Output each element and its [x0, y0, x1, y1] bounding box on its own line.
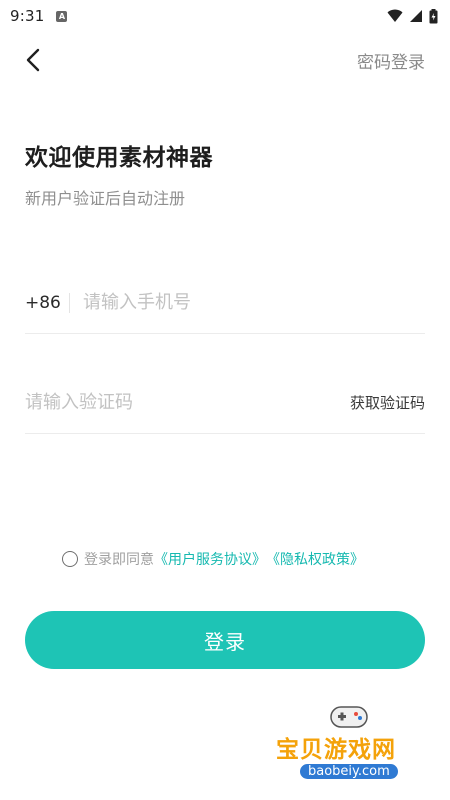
privacy-policy-link[interactable]: 《隐私权政策》 [266, 549, 364, 569]
signal-icon [410, 10, 422, 22]
agreement-checkbox[interactable] [62, 551, 78, 567]
battery-icon [429, 8, 438, 23]
page-title: 欢迎使用素材神器 [25, 145, 213, 171]
agreement-row: 登录即同意 《用户服务协议》 《隐私权政策》 [62, 548, 364, 570]
watermark-url: baobeiy.com [300, 764, 398, 779]
user-agreement-link[interactable]: 《用户服务协议》 [154, 549, 266, 569]
code-field-row: 获取验证码 [25, 372, 425, 434]
status-time: 9:31 [10, 7, 45, 25]
verification-code-input[interactable] [25, 392, 350, 413]
phone-input[interactable] [83, 292, 425, 313]
phone-field-row: +86 [25, 272, 425, 334]
watermark-name: 宝贝游戏网 [276, 737, 396, 763]
chevron-left-icon [26, 48, 40, 72]
agreement-prefix: 登录即同意 [84, 552, 154, 568]
app-notification-icon: A [56, 10, 68, 22]
login-button[interactable]: 登录 [25, 611, 425, 669]
status-bar: 9:31 A [0, 0, 450, 32]
gamepad-icon [330, 706, 368, 728]
country-code-selector[interactable]: +86 [25, 293, 69, 313]
status-indicators [387, 8, 438, 24]
watermark-logo: 宝贝游戏网 baobeiy.com [272, 700, 432, 796]
wifi-icon [387, 9, 403, 22]
top-nav: 密码登录 [0, 38, 450, 82]
password-login-link[interactable]: 密码登录 [357, 48, 425, 73]
back-button[interactable] [18, 44, 48, 76]
page-subtitle: 新用户验证后自动注册 [25, 189, 186, 208]
divider [69, 292, 70, 313]
get-code-button[interactable]: 获取验证码 [350, 392, 425, 413]
